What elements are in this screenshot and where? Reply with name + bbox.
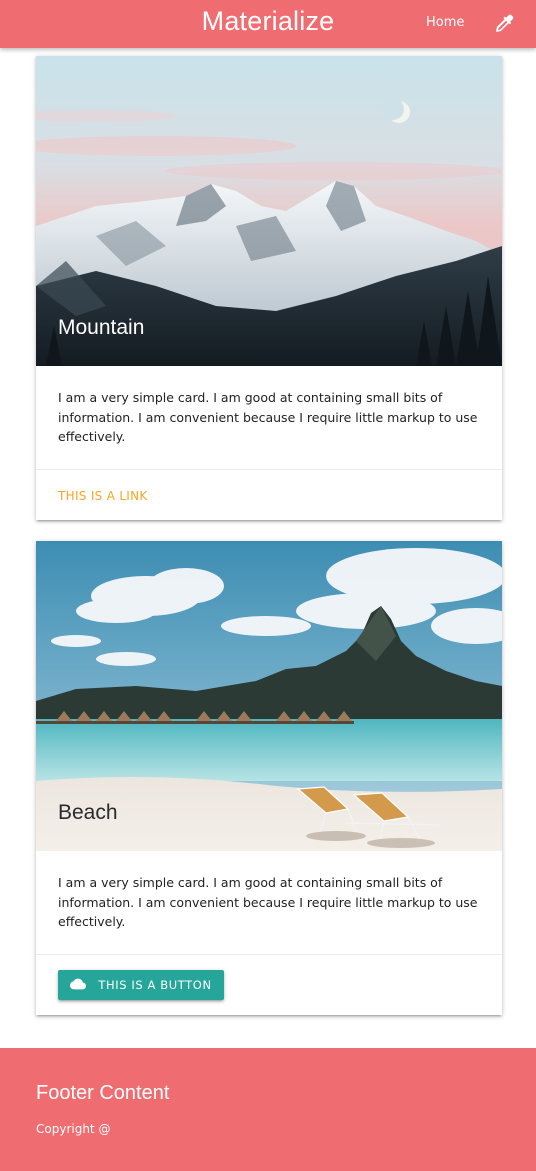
card-button-label: THIS IS A BUTTON <box>98 978 212 992</box>
card-title: Beach <box>58 801 118 824</box>
card-image-mountain: Mountain <box>36 56 502 366</box>
footer-copyright: Copyright @ <box>36 1122 111 1136</box>
navbar: Materialize Home <box>0 0 536 48</box>
card-image-beach: Beach <box>36 541 502 851</box>
page-footer: Footer Content Copyright @ <box>0 1048 536 1171</box>
footer-title: Footer Content <box>36 1082 170 1104</box>
card-button[interactable]: THIS IS A BUTTON <box>58 970 224 1000</box>
card-action: THIS IS A LINK <box>36 470 502 520</box>
card-title: Mountain <box>58 316 145 339</box>
mountain-card: Mountain I am a very simple card. I am g… <box>36 56 502 520</box>
beach-card: Beach I am a very simple card. I am good… <box>36 541 502 1015</box>
card-action: THIS IS A BUTTON <box>36 955 502 1015</box>
nav-home-link[interactable]: Home <box>426 15 464 30</box>
card-content: I am a very simple card. I am good at co… <box>36 851 502 955</box>
pipette-icon[interactable] <box>492 12 516 36</box>
card-content: I am a very simple card. I am good at co… <box>36 366 502 470</box>
card-link[interactable]: THIS IS A LINK <box>58 489 148 503</box>
cloud-icon <box>70 978 87 993</box>
